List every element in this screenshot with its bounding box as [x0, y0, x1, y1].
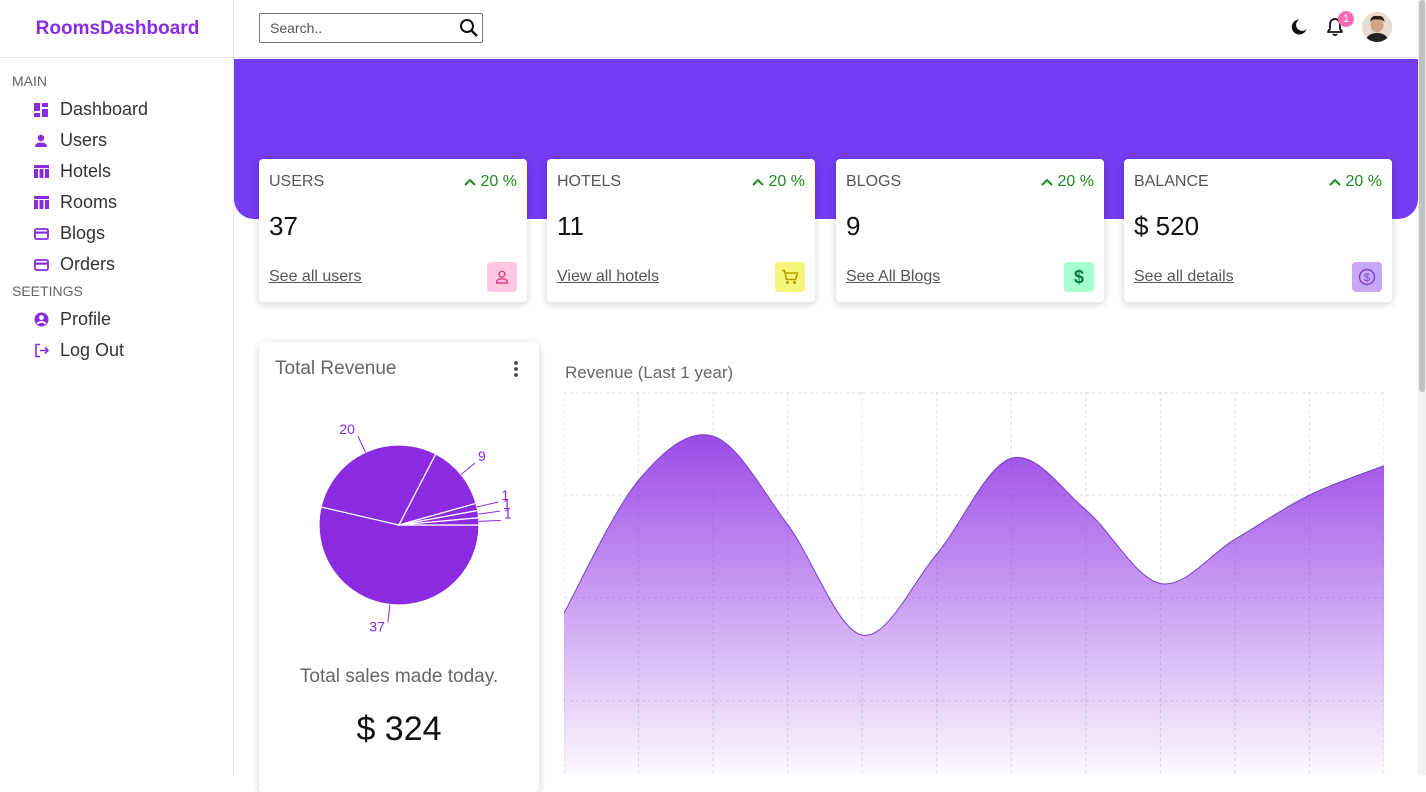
widget-value: 37	[269, 211, 298, 241]
sidebar-item-profile[interactable]: Profile	[0, 304, 233, 335]
sidebar-item-users[interactable]: Users	[0, 125, 233, 156]
pie-label-line	[387, 604, 391, 623]
revenue-amount: $ 324	[356, 710, 442, 748]
arrow-up-icon	[751, 178, 764, 186]
logout-icon	[33, 343, 49, 359]
table-icon	[33, 164, 49, 180]
sidebar-item-label: Log Out	[60, 340, 125, 360]
dollar-glyph: $	[1073, 266, 1084, 287]
revenue-title: Total Revenue	[275, 358, 397, 379]
notifications-button[interactable]: 1	[1326, 11, 1354, 37]
widget-percentage-value: 20 %	[1345, 173, 1382, 190]
logo[interactable]: RoomsDashboard	[0, 0, 233, 58]
pie-label-line	[460, 462, 476, 475]
search-box	[259, 13, 483, 43]
pie-label-line	[476, 501, 499, 508]
arrow-up-icon	[1040, 178, 1053, 186]
total-revenue-card: Total Revenue 37 20 9 1 1 1 Total sales made …	[259, 342, 539, 792]
pie-label: 37	[369, 618, 385, 632]
pie-label-line	[478, 519, 501, 522]
widget-percentage-value: 20 %	[1057, 173, 1094, 190]
sidebar: RoomsDashboard MAIN Dashboard Users Hote…	[0, 0, 234, 775]
arrow-up-icon	[1328, 178, 1341, 186]
user-icon	[33, 133, 49, 149]
section-title-settings: SEETINGS	[12, 283, 83, 299]
sidebar-item-label: Users	[60, 130, 108, 150]
scrollbar-thumb[interactable]	[1419, 0, 1425, 392]
widget-percentage-value: 20 %	[768, 173, 805, 190]
widget-users: USERS 20 % 37 See all users	[259, 159, 527, 302]
svg-text:$: $	[1364, 272, 1370, 284]
widget-value: 11	[557, 211, 584, 241]
dashboard-icon	[33, 102, 49, 118]
pie-label-line	[357, 435, 366, 453]
sidebar-item-blogs[interactable]: Blogs	[0, 218, 233, 249]
widget-percentage: 20 %	[1328, 173, 1382, 191]
monetization-icon: $	[1352, 262, 1382, 292]
shopping-cart-icon	[775, 262, 805, 292]
sidebar-item-logout[interactable]: Log Out	[0, 335, 233, 366]
pie-label: 1	[504, 505, 512, 521]
widget-percentage: 20 %	[463, 173, 517, 191]
sidebar-item-label: Hotels	[60, 161, 112, 181]
area-fill	[564, 434, 1384, 775]
topbar: 1	[234, 0, 1418, 58]
sidebar-item-hotels[interactable]: Hotels	[0, 156, 233, 187]
credit-card-icon	[33, 226, 49, 242]
notification-badge: 1	[1338, 11, 1354, 27]
revenue-pie-chart: 37209111	[318, 421, 512, 632]
widget-link[interactable]: View all hotels	[557, 268, 659, 286]
dark-mode-icon[interactable]	[1290, 18, 1308, 36]
sidebar-item-label: Profile	[60, 309, 112, 329]
revenue-description: Total sales made today.	[299, 666, 499, 687]
section-title-main: MAIN	[12, 73, 47, 89]
widget-percentage: 20 %	[1040, 173, 1094, 191]
avatar-image	[1362, 12, 1392, 42]
revenue-area-chart	[564, 392, 1384, 775]
widget-hotels: HOTELS 20 % 11 View all hotels	[547, 159, 815, 302]
avatar[interactable]	[1362, 12, 1392, 42]
table-icon	[33, 195, 49, 211]
sidebar-item-orders[interactable]: Orders	[0, 249, 233, 280]
sidebar-item-label: Blogs	[60, 223, 106, 243]
widget-value: $ 520	[1134, 211, 1200, 241]
topbar-actions: 1	[1272, 11, 1392, 42]
search-icon[interactable]	[459, 18, 479, 43]
more-vert-icon[interactable]	[513, 360, 519, 383]
widget-balance: BALANCE 20 % $ 520 See all details $	[1124, 159, 1392, 302]
person-outline-icon	[487, 262, 517, 292]
sidebar-item-rooms[interactable]: Rooms	[0, 187, 233, 218]
page-scrollbar[interactable]	[1418, 0, 1426, 775]
widget-title: USERS	[269, 173, 325, 190]
dollar-icon: $	[1064, 262, 1094, 292]
credit-card-icon	[33, 257, 49, 273]
sidebar-item-label: Orders	[60, 254, 116, 274]
widget-title: BLOGS	[846, 173, 902, 190]
pie-label-line	[478, 510, 501, 515]
widget-value: 9	[846, 211, 861, 241]
pie-label: 9	[478, 448, 486, 464]
pie-label: 20	[339, 421, 355, 437]
widget-title: BALANCE	[1134, 173, 1209, 190]
sidebar-item-label: Rooms	[60, 192, 118, 212]
widget-blogs: BLOGS 20 % 9 See All Blogs $	[836, 159, 1104, 302]
widget-link[interactable]: See all details	[1134, 268, 1234, 286]
sidebar-item-dashboard[interactable]: Dashboard	[0, 94, 233, 125]
search-input[interactable]	[260, 20, 450, 36]
account-circle-icon	[33, 312, 49, 328]
sidebar-item-label: Dashboard	[60, 99, 149, 119]
arrow-up-icon	[463, 178, 476, 186]
widget-link[interactable]: See All Blogs	[846, 268, 940, 286]
widget-percentage-value: 20 %	[480, 173, 517, 190]
widget-link[interactable]: See all users	[269, 268, 362, 286]
widget-percentage: 20 %	[751, 173, 805, 191]
logo-text[interactable]: RoomsDashboard	[36, 18, 200, 40]
area-chart-title: Revenue (Last 1 year)	[565, 363, 734, 382]
widget-title: HOTELS	[557, 173, 622, 190]
